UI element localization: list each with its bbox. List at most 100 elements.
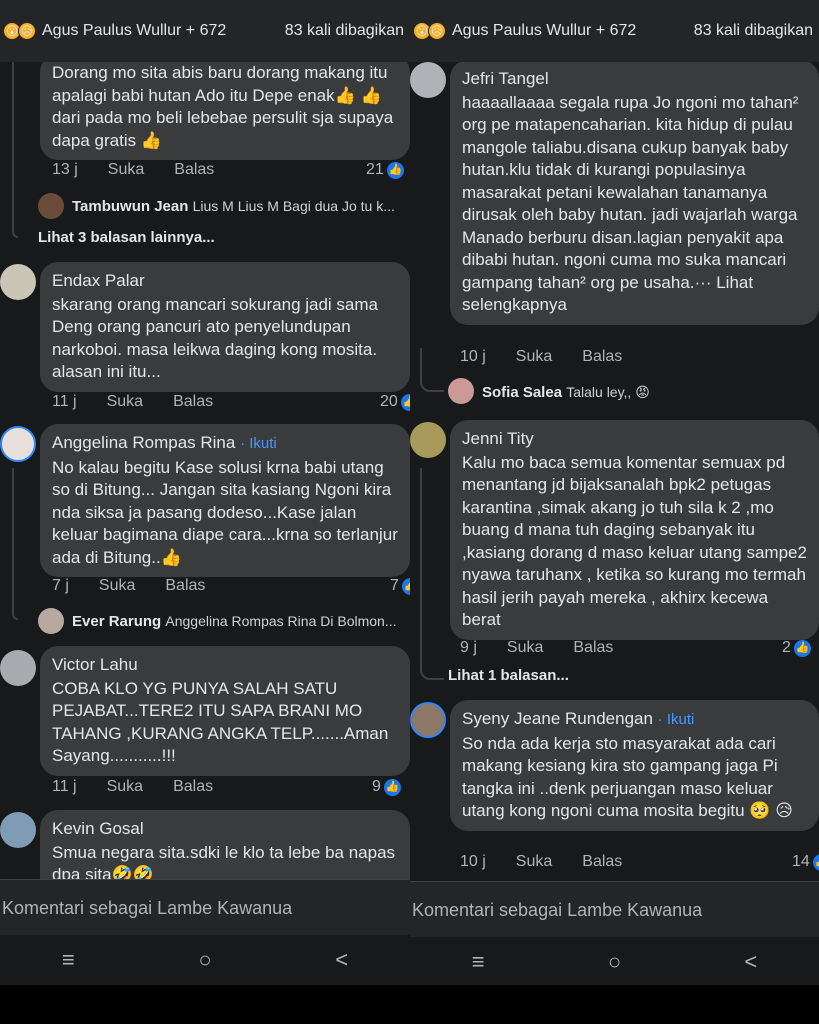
avatar[interactable] bbox=[0, 650, 36, 686]
reaction-count[interactable]: 21 👍 bbox=[366, 161, 404, 179]
reactor-names[interactable]: Agus Paulus Wullur + 672 bbox=[42, 22, 285, 40]
comment-text: So nda ada kerja sto masyarakat ada cari… bbox=[462, 733, 793, 821]
menu-icon[interactable]: ≡ bbox=[448, 949, 508, 975]
reply-button[interactable]: Balas bbox=[582, 348, 622, 366]
reply-button[interactable]: Balas bbox=[165, 577, 205, 595]
comment-text: No kalau begitu Kase solusi krna babi ut… bbox=[52, 457, 398, 567]
comment-author[interactable]: Syeny Jeane Rundengan bbox=[462, 709, 653, 728]
avatar[interactable] bbox=[448, 378, 474, 404]
comment-actions: 13 j Suka Balas bbox=[52, 161, 244, 179]
avatar[interactable] bbox=[410, 422, 446, 458]
like-reaction-icon: 👍 bbox=[812, 853, 819, 871]
like-button[interactable]: Suka bbox=[108, 161, 144, 179]
comment-bubble[interactable]: Victor Lahu COBA KLO YG PUNYA SALAH SATU… bbox=[40, 646, 410, 776]
thread-line bbox=[420, 348, 444, 392]
like-button[interactable]: Suka bbox=[107, 778, 143, 796]
avatar[interactable] bbox=[410, 702, 446, 738]
comment-feed[interactable]: Jefri Tangel haaaallaaaa segala rupa Jo … bbox=[410, 48, 819, 879]
comment-author[interactable]: Endax Palar bbox=[52, 270, 398, 293]
reply-preview[interactable]: Tambuwun Jean Lius M Lius M Bagi dua Jo … bbox=[72, 198, 410, 215]
reply-preview[interactable]: Ever Rarung Anggelina Rompas Rina Di Bol… bbox=[72, 613, 410, 630]
reactions-summary-bar[interactable]: 😮 😥 Agus Paulus Wullur + 672 83 kali dib… bbox=[410, 0, 819, 62]
like-reaction-icon: 👍 bbox=[793, 639, 811, 657]
comment-bubble[interactable]: Dorang mo sita abis baru dorang makang i… bbox=[40, 54, 410, 160]
comment-time: 7 j bbox=[52, 577, 69, 594]
reaction-number: 14 bbox=[792, 853, 810, 870]
reaction-count[interactable]: 2 👍 bbox=[782, 639, 811, 657]
reaction-count[interactable]: 9 👍 bbox=[372, 778, 401, 796]
avatar[interactable] bbox=[38, 193, 64, 219]
like-reaction-icon: 👍 bbox=[383, 778, 401, 796]
share-count[interactable]: 83 kali dibagikan bbox=[694, 22, 813, 40]
comment-author[interactable]: Jefri Tangel bbox=[462, 68, 807, 91]
comment-bubble[interactable]: Anggelina Rompas Rina · Ikuti No kalau b… bbox=[40, 424, 410, 577]
reaction-count[interactable]: 14 👍 bbox=[792, 853, 819, 871]
comment-actions: 11 j Suka Balas bbox=[52, 778, 243, 796]
comment-bubble[interactable]: Endax Palar skarang orang mancari sokura… bbox=[40, 262, 410, 392]
reply-button[interactable]: Balas bbox=[573, 639, 613, 657]
reactions-summary-bar[interactable]: 😮 😥 Agus Paulus Wullur + 672 83 kali dib… bbox=[0, 0, 410, 62]
avatar[interactable] bbox=[410, 62, 446, 98]
comment-bubble[interactable]: Jefri Tangel haaaallaaaa segala rupa Jo … bbox=[450, 60, 819, 325]
avatar[interactable] bbox=[0, 812, 36, 848]
reaction-number: 7 bbox=[390, 577, 399, 594]
comment-author[interactable]: Jenni Tity bbox=[462, 428, 807, 451]
comment-author[interactable]: Kevin Gosal bbox=[52, 818, 398, 841]
comment-time: 13 j bbox=[52, 161, 78, 178]
comment-time: 11 j bbox=[52, 393, 77, 410]
comment-actions: 10 j Suka Balas bbox=[460, 853, 652, 871]
comment-actions: 7 j Suka Balas bbox=[52, 577, 235, 595]
like-button[interactable]: Suka bbox=[516, 348, 552, 366]
sad-reaction-icon: 😥 bbox=[18, 22, 36, 40]
like-button[interactable]: Suka bbox=[507, 639, 543, 657]
like-reaction-icon: 👍 bbox=[401, 577, 410, 595]
reply-button[interactable]: Balas bbox=[173, 778, 213, 796]
comment-actions: 11 j Suka Balas bbox=[52, 393, 243, 411]
comment-bubble[interactable]: Jenni Tity Kalu mo baca semua komentar s… bbox=[450, 420, 819, 640]
home-circle-icon[interactable]: ○ bbox=[175, 947, 235, 973]
comment-time: 10 j bbox=[460, 348, 486, 365]
reaction-number: 2 bbox=[782, 639, 791, 656]
comment-bubble[interactable]: Kevin Gosal Smua negara sita.sdki le klo… bbox=[40, 810, 410, 879]
reaction-icons: 😮 😥 bbox=[3, 22, 36, 40]
follow-link[interactable]: · Ikuti bbox=[658, 711, 695, 728]
avatar[interactable] bbox=[0, 264, 36, 300]
comment-feed[interactable]: Dorang mo sita abis baru dorang makang i… bbox=[0, 48, 410, 879]
reaction-number: 21 bbox=[366, 161, 384, 178]
android-nav-bar: ≡ ○ < bbox=[410, 937, 819, 985]
avatar[interactable] bbox=[38, 608, 64, 634]
reply-button[interactable]: Balas bbox=[174, 161, 214, 179]
reply-author: Ever Rarung bbox=[72, 613, 162, 630]
home-circle-icon[interactable]: ○ bbox=[584, 949, 644, 975]
comment-input[interactable]: Komentari sebagai Lambe Kawanua bbox=[0, 879, 410, 935]
comment-bubble[interactable]: Syeny Jeane Rundengan · Ikuti So nda ada… bbox=[450, 700, 819, 831]
reply-button[interactable]: Balas bbox=[582, 853, 622, 871]
comment-text: haaaallaaaa segala rupa Jo ngoni mo taha… bbox=[462, 92, 799, 315]
like-button[interactable]: Suka bbox=[99, 577, 135, 595]
reply-preview[interactable]: Sofia Salea Talalu ley,, 😡 bbox=[482, 384, 819, 401]
like-button[interactable]: Suka bbox=[516, 853, 552, 871]
thread-line bbox=[420, 468, 444, 680]
share-count[interactable]: 83 kali dibagikan bbox=[285, 22, 404, 40]
reaction-count[interactable]: 20 👍 bbox=[380, 393, 410, 411]
comment-text: skarang orang mancari sokurang jadi sama… bbox=[52, 294, 379, 382]
comment-author[interactable]: Victor Lahu bbox=[52, 654, 398, 677]
comment-actions: 10 j Suka Balas bbox=[460, 348, 652, 366]
back-icon[interactable]: < bbox=[312, 947, 372, 973]
like-button[interactable]: Suka bbox=[107, 393, 143, 411]
left-panel: Dorang mo sita abis baru dorang makang i… bbox=[0, 0, 410, 985]
reaction-count[interactable]: 7 👍 bbox=[390, 577, 410, 595]
comment-input[interactable]: Komentari sebagai Lambe Kawanua bbox=[410, 881, 819, 937]
back-icon[interactable]: < bbox=[721, 949, 781, 975]
reactor-names[interactable]: Agus Paulus Wullur + 672 bbox=[452, 22, 694, 40]
comment-author[interactable]: Anggelina Rompas Rina bbox=[52, 433, 235, 452]
follow-link[interactable]: · Ikuti bbox=[240, 435, 277, 452]
menu-icon[interactable]: ≡ bbox=[38, 947, 98, 973]
reaction-number: 20 bbox=[380, 393, 398, 410]
comment-time: 11 j bbox=[52, 778, 77, 795]
avatar[interactable] bbox=[0, 426, 36, 462]
reply-author: Sofia Salea bbox=[482, 384, 563, 401]
reply-button[interactable]: Balas bbox=[173, 393, 213, 411]
view-more-replies-link[interactable]: Lihat 1 balasan... bbox=[448, 667, 569, 684]
view-more-replies-link[interactable]: Lihat 3 balasan lainnya... bbox=[38, 229, 215, 246]
